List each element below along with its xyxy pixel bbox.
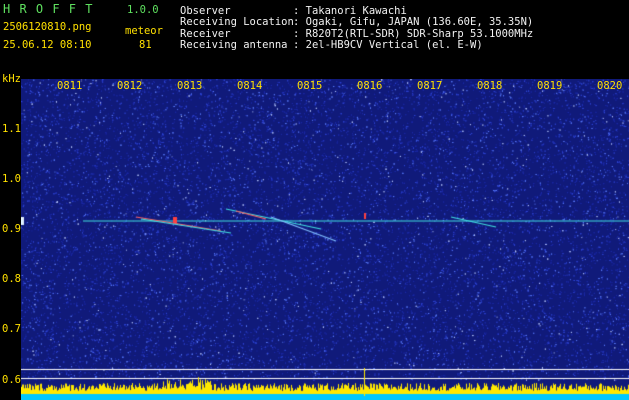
- info-value-location: : Ogaki, Gifu, JAPAN (136.60E, 35.35N): [293, 16, 534, 28]
- app-version: 1.0.0: [127, 4, 159, 16]
- x-tick-label: 0816: [357, 80, 383, 92]
- x-tick-label: 0811: [57, 80, 83, 92]
- y-tick-label: 0.9: [2, 223, 21, 235]
- info-value-antenna: : 2el-HB9CV Vertical (el. E-W): [293, 39, 483, 51]
- y-tick-label: 1.1: [2, 123, 21, 135]
- y-tick-label: 0.8: [2, 273, 21, 285]
- y-tick-label: 1.0: [2, 173, 21, 185]
- y-tick-label: 0.6: [2, 374, 21, 386]
- x-tick-label: 0820: [597, 80, 623, 92]
- y-tick-label: 0.7: [2, 323, 21, 335]
- spectrogram-plot: [21, 79, 629, 400]
- x-tick-label: 0819: [537, 80, 563, 92]
- x-tick-label: 0814: [237, 80, 263, 92]
- info-key-location: Receiving Location: [180, 16, 294, 28]
- filename: 2506120810.png: [3, 21, 92, 33]
- datetime: 25.06.12 08:10: [3, 39, 92, 51]
- app-name: H R O F F T: [3, 2, 94, 16]
- x-tick-label: 0813: [177, 80, 203, 92]
- header-panel: H R O F F T 1.0.0 2506120810.png meteor …: [0, 0, 629, 56]
- y-unit-label: kHz: [2, 73, 21, 85]
- meteor-count: 81: [139, 39, 152, 51]
- info-key-antenna: Receiving antenna: [180, 39, 288, 51]
- meteor-label: meteor: [125, 25, 163, 37]
- x-tick-label: 0812: [117, 80, 143, 92]
- x-tick-label: 0817: [417, 80, 443, 92]
- x-tick-label: 0818: [477, 80, 503, 92]
- x-tick-label: 0815: [297, 80, 323, 92]
